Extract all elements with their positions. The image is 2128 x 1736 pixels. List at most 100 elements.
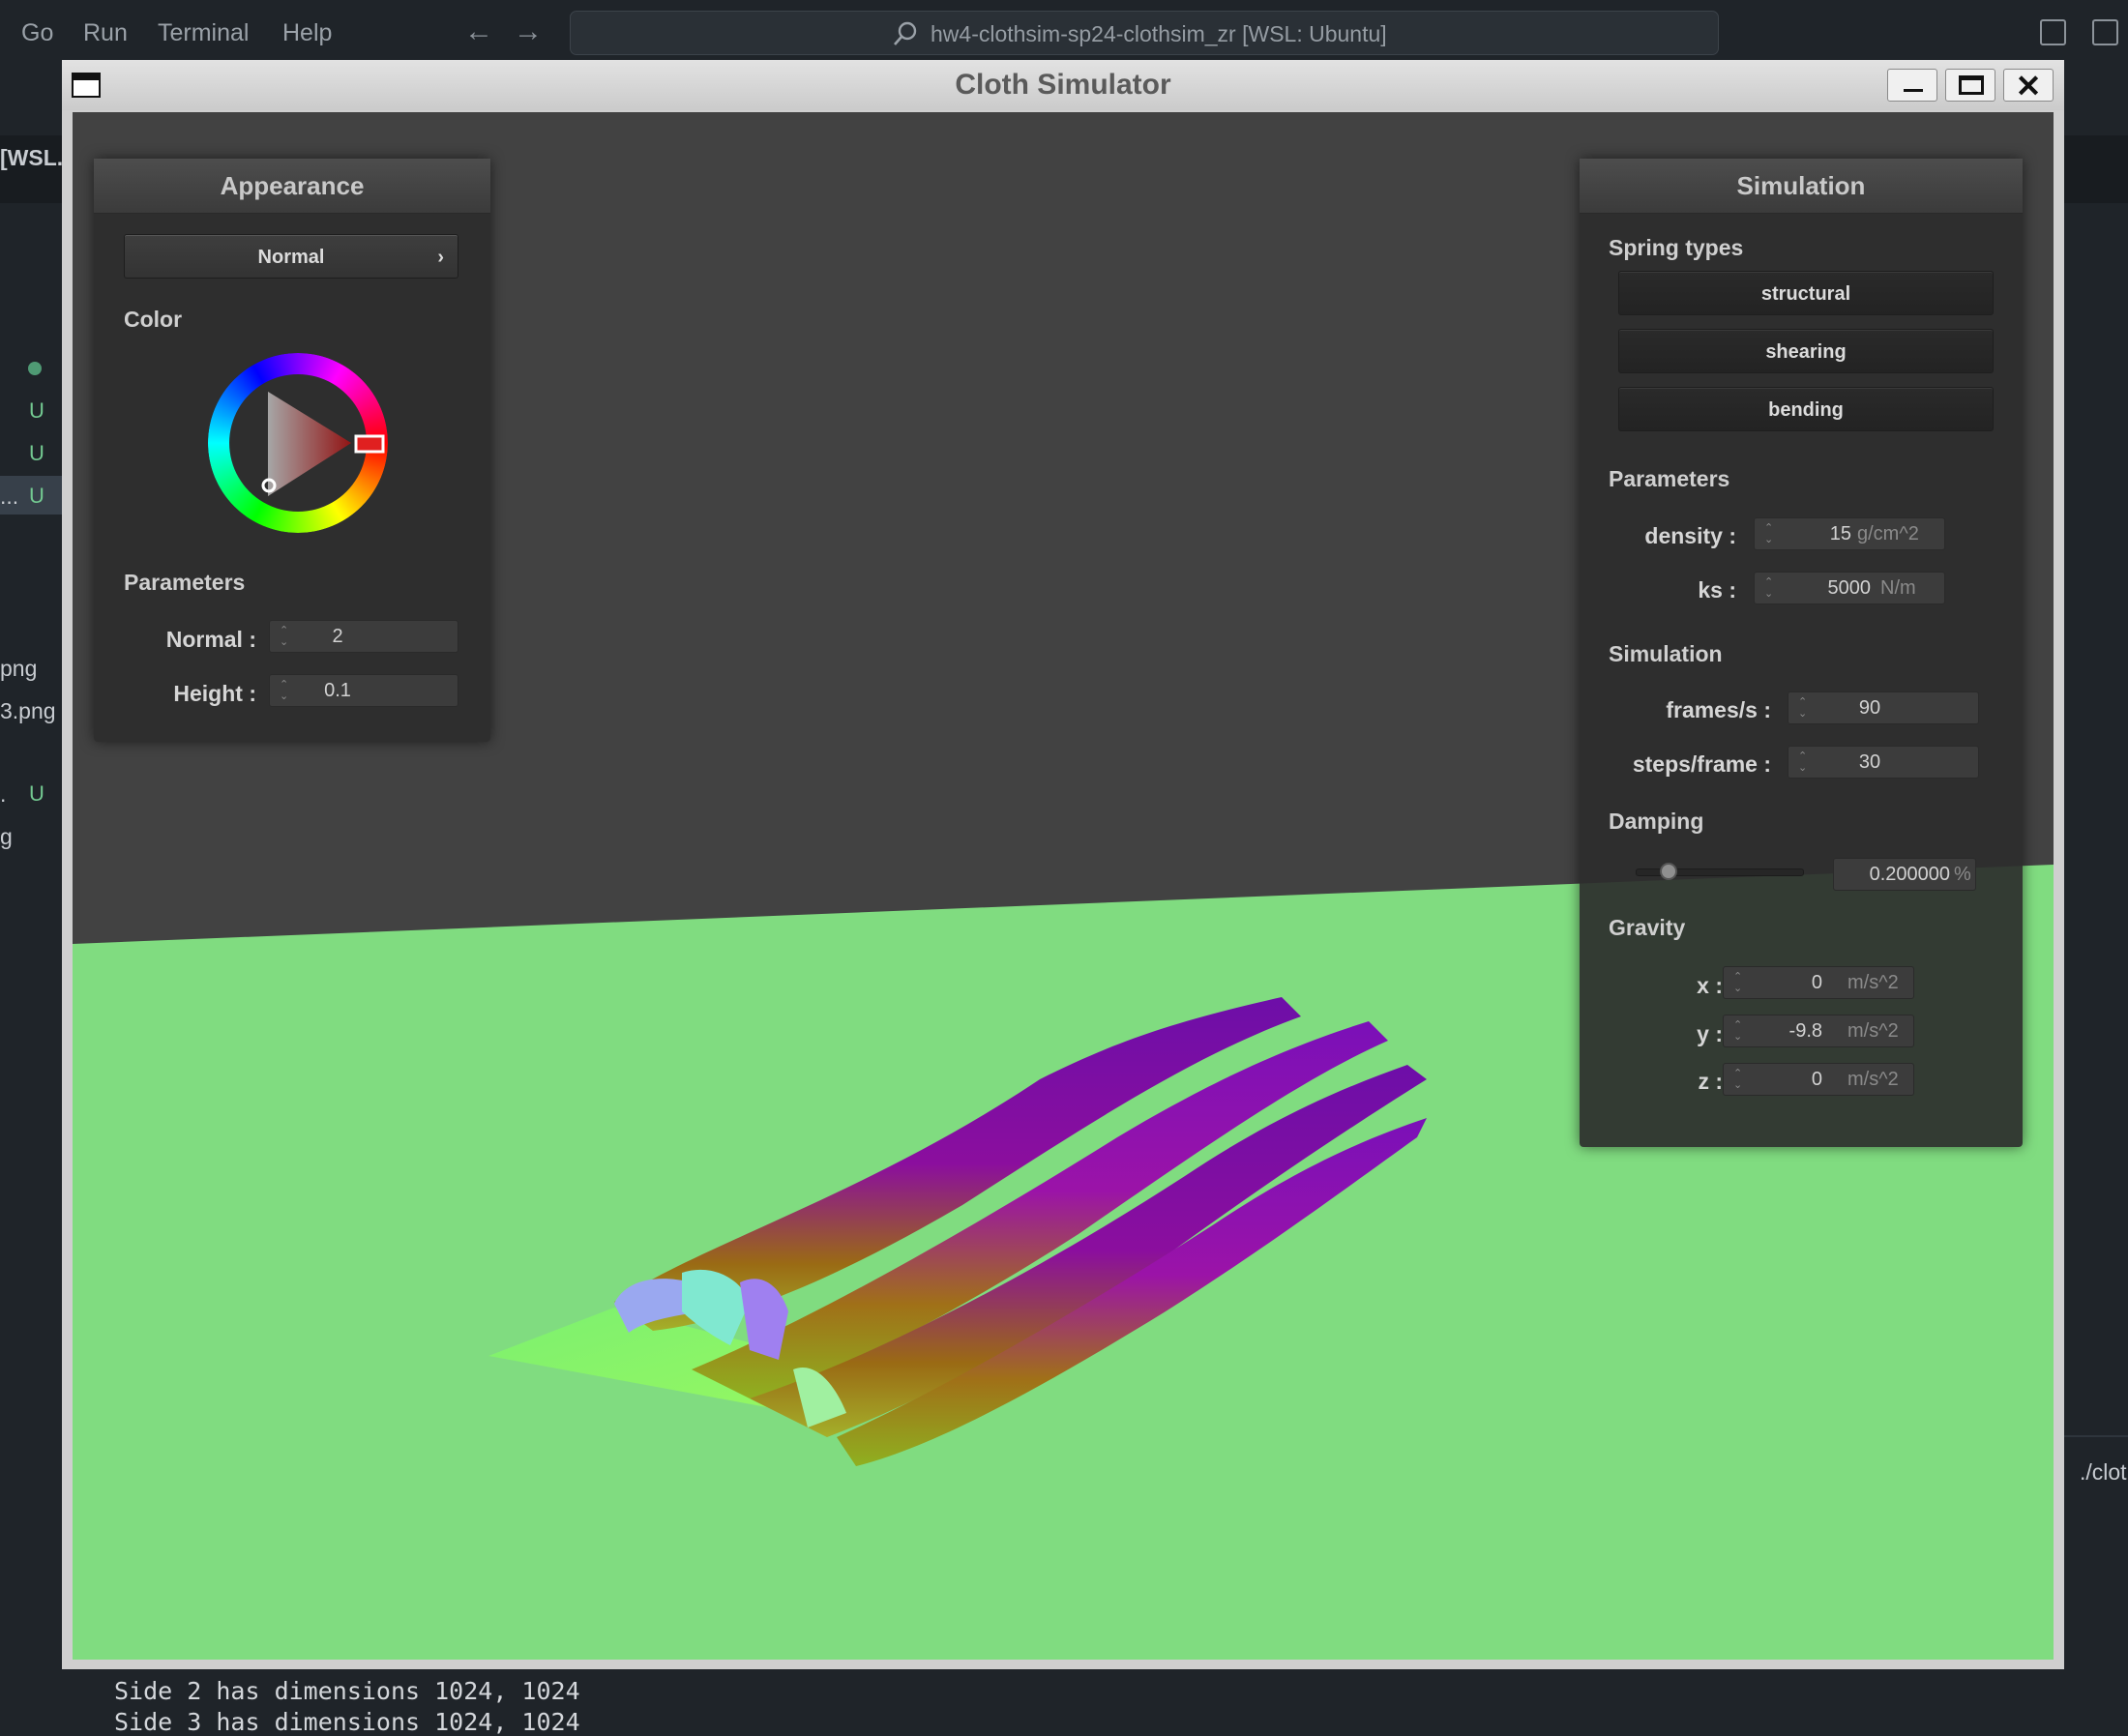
- explorer-file[interactable]: .: [0, 781, 6, 808]
- menu-go[interactable]: Go: [21, 19, 53, 47]
- terminal-panel: Side 2 has dimensions 1024, 1024 Side 3 …: [62, 1667, 2064, 1736]
- fps-value: 90: [1858, 697, 1881, 719]
- spinner-icon[interactable]: ⌃ ⌄: [280, 679, 288, 702]
- simulation-section-label: Simulation: [1609, 641, 1723, 666]
- gravity-x-input[interactable]: ⌃ ⌄ 0 m/s^2: [1723, 966, 1914, 999]
- steps-label: steps/frame :: [1632, 751, 1771, 777]
- minimize-button[interactable]: [1887, 69, 1937, 102]
- spinner-icon[interactable]: ⌃ ⌄: [1733, 971, 1742, 994]
- gravity-y-input[interactable]: ⌃ ⌄ -9.8 m/s^2: [1723, 1015, 1914, 1047]
- height-label: Height :: [173, 681, 256, 706]
- editor-tab-bar: [2064, 135, 2128, 203]
- forward-arrow-icon[interactable]: →: [514, 15, 543, 48]
- ks-value: 5000: [1827, 577, 1872, 599]
- render-viewport[interactable]: Appearance Normal › Color Parameters Nor…: [73, 112, 2054, 1660]
- damping-value: 0.200000: [1869, 864, 1950, 885]
- damping-slider-handle[interactable]: [1660, 863, 1678, 880]
- appearance-title[interactable]: Appearance: [94, 159, 490, 214]
- simulation-panel[interactable]: Simulation Spring types structural shear…: [1580, 159, 2023, 1147]
- modified-dot-icon: [28, 362, 42, 375]
- bending-toggle[interactable]: bending: [1618, 387, 1994, 431]
- spinner-icon[interactable]: ⌃ ⌄: [1733, 1019, 1742, 1043]
- menu-help[interactable]: Help: [282, 19, 332, 47]
- explorer-sidebar: [WSL... U U ... U png 3.png . U g: [0, 70, 75, 1733]
- back-arrow-icon[interactable]: ←: [464, 15, 493, 48]
- spring-types-label: Spring types: [1609, 235, 1744, 260]
- damping-unit: %: [1954, 864, 1971, 885]
- command-center-text: hw4-clothsim-sp24-clothsim_zr [WSL: Ubun…: [931, 21, 1387, 46]
- density-input[interactable]: ⌃ ⌄ 15 g/cm^2: [1754, 517, 1945, 550]
- fps-label: frames/s :: [1666, 697, 1771, 722]
- gravity-x-value: 0: [1811, 972, 1822, 993]
- close-button[interactable]: ✕: [2003, 69, 2054, 103]
- height-value: 0.1: [324, 680, 351, 701]
- terminal-line: Side 2 has dimensions 1024, 1024: [114, 1677, 580, 1705]
- normal-value: 2: [332, 626, 343, 647]
- spinner-icon[interactable]: ⌃ ⌄: [1764, 522, 1773, 545]
- menu-terminal[interactable]: Terminal: [158, 19, 249, 47]
- menu-run[interactable]: Run: [83, 19, 128, 47]
- untracked-badge: U: [29, 398, 44, 423]
- damping-input[interactable]: 0.200000 %: [1833, 858, 1976, 891]
- fps-input[interactable]: ⌃ ⌄ 90: [1788, 691, 1979, 724]
- gravity-z-value: 0: [1811, 1069, 1822, 1090]
- shader-select-button[interactable]: Normal ›: [124, 234, 458, 279]
- appearance-panel[interactable]: Appearance Normal › Color Parameters Nor…: [94, 159, 490, 742]
- ks-label: ks :: [1698, 577, 1736, 603]
- gravity-z-input[interactable]: ⌃ ⌄ 0 m/s^2: [1723, 1063, 1914, 1096]
- terminal-tab-path[interactable]: ./clot: [2080, 1459, 2127, 1486]
- gravity-z-unit: m/s^2: [1847, 1069, 1899, 1090]
- spinner-icon[interactable]: ⌃ ⌄: [1764, 576, 1773, 600]
- truncated-file-label: ...: [0, 484, 19, 509]
- spinner-icon[interactable]: ⌃ ⌄: [280, 625, 288, 648]
- editor-right-strip: ./clot: [2064, 70, 2128, 1733]
- toggle-panel-icon[interactable]: [2092, 19, 2118, 45]
- color-wheel[interactable]: [208, 353, 388, 533]
- appearance-parameters-label: Parameters: [124, 570, 246, 595]
- gravity-label: Gravity: [1609, 915, 1686, 940]
- explorer-file[interactable]: g: [0, 824, 13, 850]
- ks-input[interactable]: ⌃ ⌄ 5000 N/m: [1754, 572, 1945, 604]
- cloth-simulator-window: Cloth Simulator ✕ Appearance Normal › Co…: [62, 60, 2064, 1669]
- terminal-divider: [2064, 1435, 2128, 1437]
- gravity-z-label: z :: [1698, 1069, 1723, 1094]
- height-input[interactable]: ⌃ ⌄ 0.1: [269, 674, 458, 707]
- explorer-file[interactable]: png: [0, 656, 37, 682]
- untracked-badge: U: [29, 484, 44, 508]
- window-title-bar[interactable]: Cloth Simulator ✕: [62, 60, 2064, 110]
- gravity-x-unit: m/s^2: [1847, 972, 1899, 993]
- steps-input[interactable]: ⌃ ⌄ 30: [1788, 746, 1979, 779]
- spinner-icon[interactable]: ⌃ ⌄: [1798, 696, 1807, 720]
- command-center-search[interactable]: hw4-clothsim-sp24-clothsim_zr [WSL: Ubun…: [570, 11, 1719, 55]
- damping-label: Damping: [1609, 809, 1704, 834]
- color-section-label: Color: [124, 307, 183, 332]
- spinner-icon[interactable]: ⌃ ⌄: [1798, 750, 1807, 774]
- terminal-line: Side 3 has dimensions 1024, 1024: [114, 1708, 580, 1736]
- untracked-badge: U: [29, 441, 44, 465]
- gravity-y-label: y :: [1697, 1021, 1723, 1046]
- explorer-file[interactable]: 3.png: [0, 698, 56, 724]
- shearing-toggle[interactable]: shearing: [1618, 329, 1994, 373]
- density-value: 15: [1829, 523, 1851, 544]
- maximize-button[interactable]: [1945, 69, 1995, 102]
- hue-selector-handle: [354, 434, 385, 454]
- chevron-right-icon: ›: [437, 247, 444, 268]
- close-icon: ✕: [2015, 69, 2042, 103]
- density-label: density :: [1644, 523, 1736, 548]
- spinner-icon[interactable]: ⌃ ⌄: [1733, 1068, 1742, 1091]
- gravity-y-unit: m/s^2: [1847, 1020, 1899, 1042]
- steps-value: 30: [1858, 751, 1881, 773]
- window-title: Cloth Simulator: [955, 69, 1171, 101]
- search-icon: [894, 21, 917, 45]
- toggle-sidebar-icon[interactable]: [2040, 19, 2066, 45]
- ks-unit: N/m: [1880, 577, 1916, 599]
- structural-toggle[interactable]: structural: [1618, 271, 1994, 315]
- shader-select-label: Normal: [257, 247, 325, 268]
- gravity-y-value: -9.8: [1788, 1020, 1822, 1042]
- simulation-title[interactable]: Simulation: [1580, 159, 2023, 214]
- normal-label: Normal :: [165, 627, 256, 652]
- sim-parameters-label: Parameters: [1609, 466, 1730, 491]
- normal-input[interactable]: ⌃ ⌄ 2: [269, 620, 458, 653]
- density-unit: g/cm^2: [1857, 523, 1919, 544]
- untracked-badge: U: [29, 781, 44, 806]
